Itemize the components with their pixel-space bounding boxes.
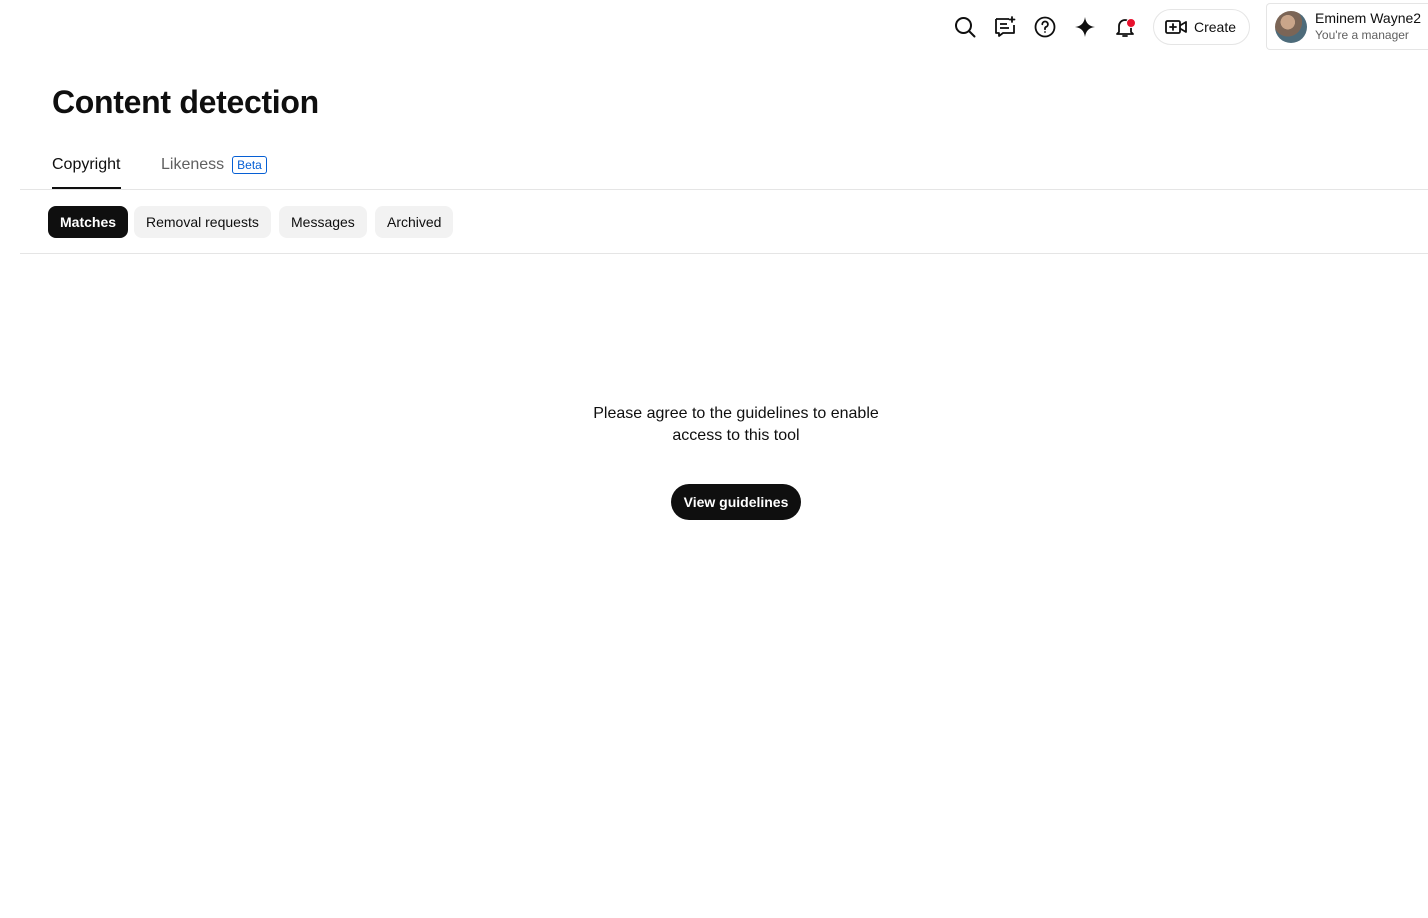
filter-chips: Matches Removal requests Messages Archiv… — [20, 190, 1428, 254]
feedback-button[interactable] — [985, 7, 1025, 47]
notifications-button[interactable] — [1105, 7, 1145, 47]
create-label: Create — [1194, 19, 1237, 35]
empty-state-message: Please agree to the guidelines to enable… — [593, 405, 879, 444]
create-button[interactable]: Create — [1153, 9, 1250, 45]
chip-messages[interactable]: Messages — [279, 206, 367, 238]
tab-label: Copyright — [52, 156, 121, 173]
page-title: Content detection — [52, 84, 319, 120]
tab-copyright[interactable]: Copyright — [52, 155, 120, 175]
tab-bar: Copyright Likeness Beta — [20, 140, 1428, 190]
help-icon — [1034, 16, 1056, 38]
chip-archived[interactable]: Archived — [375, 206, 454, 238]
video-plus-icon — [1165, 20, 1187, 34]
account-name: Eminem Wayne2 — [1315, 10, 1422, 27]
tab-label: Likeness — [161, 156, 225, 173]
active-tab-indicator — [52, 187, 121, 189]
ai-assistant-button[interactable] — [1065, 7, 1105, 47]
search-icon — [955, 17, 976, 38]
chip-removal-requests[interactable]: Removal requests — [134, 206, 271, 238]
chip-matches[interactable]: Matches — [48, 206, 129, 238]
account-switcher[interactable]: Eminem Wayne2 You're a manager — [1266, 3, 1428, 50]
tab-likeness[interactable]: Likeness Beta — [161, 155, 267, 175]
avatar — [1275, 10, 1307, 43]
beta-badge: Beta — [232, 156, 267, 174]
search-button[interactable] — [945, 7, 985, 47]
sparkle-icon — [1075, 17, 1095, 37]
account-role: You're a manager — [1315, 27, 1409, 42]
feedback-icon — [995, 16, 1016, 37]
notification-dot — [1126, 18, 1136, 28]
top-bar: Create Eminem Wayne2 You're a manager — [0, 0, 1428, 54]
help-button[interactable] — [1025, 7, 1065, 47]
view-guidelines-button[interactable]: View guidelines — [671, 484, 801, 520]
